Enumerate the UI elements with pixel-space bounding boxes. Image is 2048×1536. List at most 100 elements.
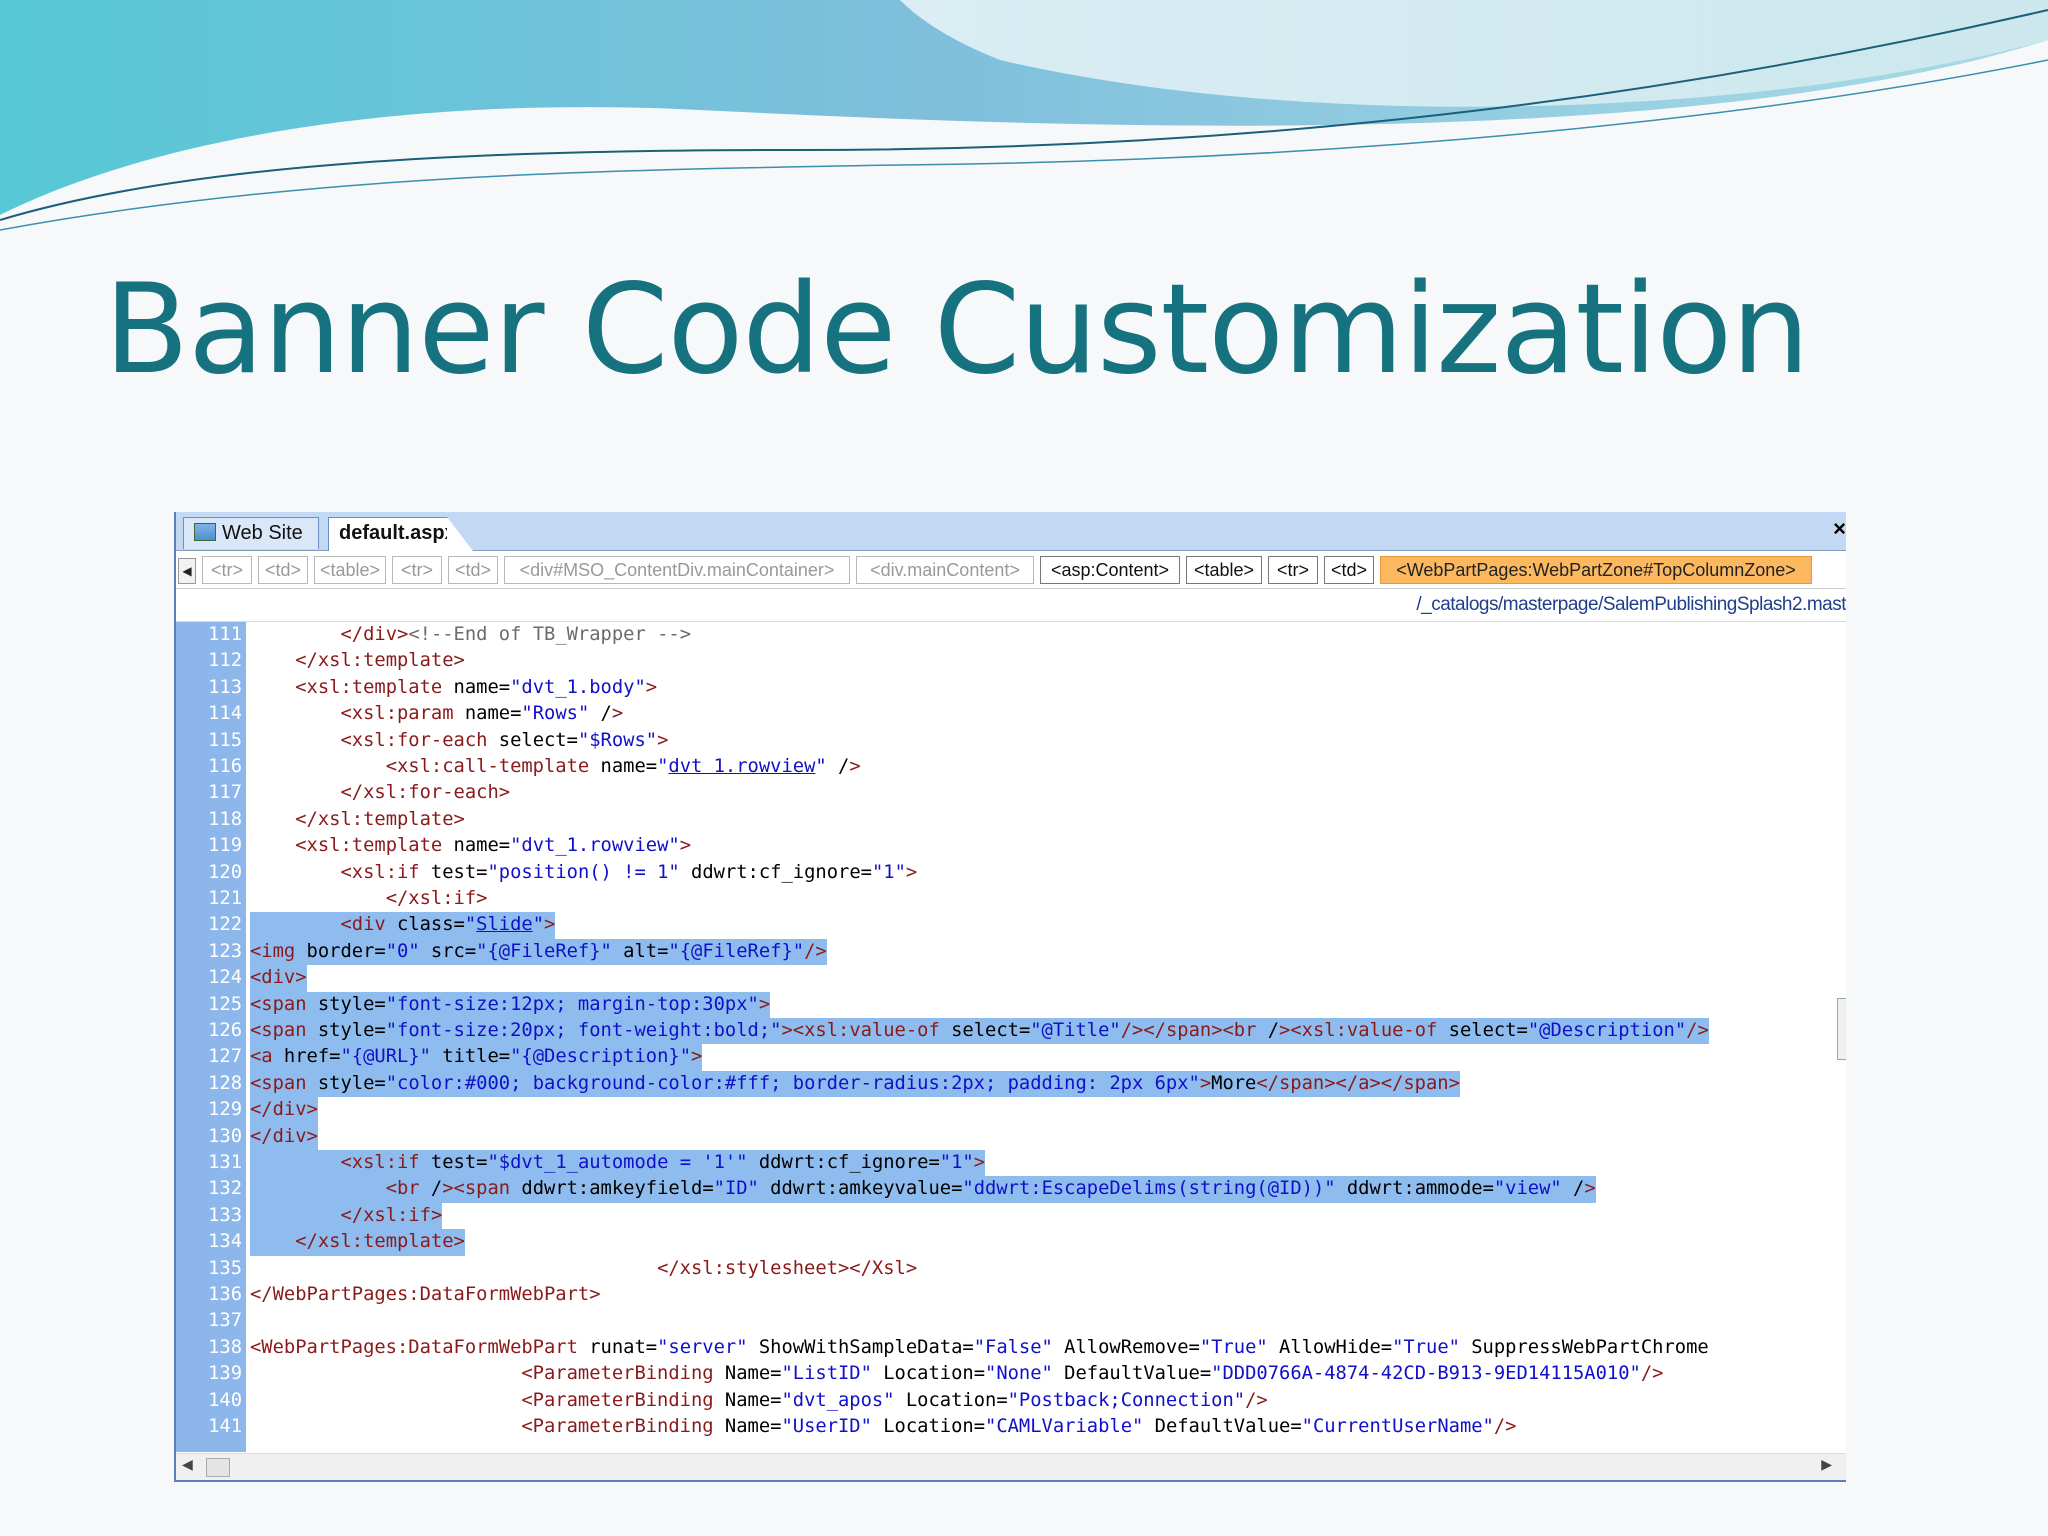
code-line[interactable]: 114 <xsl:param name="Rows" />: [176, 701, 1836, 727]
code-text: <ParameterBinding Name="UserID" Location…: [521, 1416, 1517, 1437]
code-text: </WebPartPages:DataFormWebPart>: [250, 1284, 601, 1305]
scroll-right-arrow-icon[interactable]: ▶: [1821, 1456, 1832, 1473]
tab-default-aspx[interactable]: default.aspx: [328, 517, 473, 551]
code-text: <xsl:template name="dvt_1.body">: [295, 676, 658, 698]
tag-breadcrumb[interactable]: <div#MSO_ContentDiv.mainContainer>: [504, 556, 850, 584]
code-text: <span style="color:#000; background-colo…: [250, 1070, 1460, 1098]
line-number: 121: [208, 888, 242, 909]
tag-breadcrumb[interactable]: <tr>: [1268, 556, 1318, 584]
line-number: 135: [208, 1257, 242, 1279]
code-line[interactable]: 139 <ParameterBinding Name="ListID" Loca…: [176, 1361, 1836, 1387]
vertical-scroll-grip[interactable]: [1837, 998, 1846, 1060]
line-number: 134: [208, 1231, 242, 1253]
website-icon: [194, 523, 216, 541]
code-line[interactable]: 136 </WebPartPages:DataFormWebPart>: [176, 1282, 1836, 1308]
line-number: 118: [208, 808, 242, 830]
tag-breadcrumb[interactable]: <tr>: [202, 556, 252, 584]
code-line[interactable]: 124 <div>: [176, 965, 1836, 992]
code-line[interactable]: 121 </xsl:if>: [176, 886, 1836, 912]
line-number: 128: [208, 1072, 242, 1094]
code-text: <span style="font-size:20px; font-weight…: [250, 1018, 1709, 1045]
document-tab-bar: Web Site default.aspx ×: [176, 512, 1846, 551]
tab-label: Web Site: [222, 522, 303, 544]
horizontal-scrollbar[interactable]: ◀ ▶: [176, 1453, 1846, 1480]
line-number: 131: [208, 1152, 242, 1173]
line-number: 123: [208, 940, 242, 962]
code-line[interactable]: 115 <xsl:for-each select="$Rows">: [176, 728, 1836, 754]
code-line[interactable]: 141 <ParameterBinding Name="UserID" Loca…: [176, 1414, 1836, 1440]
code-text: </xsl:template>: [295, 808, 465, 830]
line-number: 138: [208, 1336, 242, 1358]
tab-web-site[interactable]: Web Site: [183, 517, 319, 549]
code-line[interactable]: 127 <a href="{@URL}" title="{@Description…: [176, 1044, 1836, 1071]
code-line[interactable]: 128 <span style="color:#000; background-c…: [176, 1070, 1836, 1098]
decorative-banner: [0, 0, 2048, 231]
code-text: <div>: [250, 965, 307, 992]
line-number: 116: [208, 756, 242, 777]
code-text: <ParameterBinding Name="dvt_apos" Locati…: [521, 1389, 1268, 1411]
code-editor-window: Web Site default.aspx × ◀ <tr> <td> <table…: [174, 512, 1846, 1482]
tag-breadcrumb[interactable]: <WebPartPages:WebPartZone#TopColumnZone>: [1380, 556, 1812, 584]
code-line[interactable]: 119 <xsl:template name="dvt_1.rowview">: [176, 833, 1836, 859]
code-text: </xsl:template>: [250, 1229, 465, 1256]
line-number: 141: [208, 1416, 242, 1437]
code-line[interactable]: 111 </div><!--End of TB_Wrapper -->: [176, 622, 1836, 648]
line-number: 140: [208, 1389, 242, 1411]
tag-breadcrumb[interactable]: <td>: [448, 556, 498, 584]
line-number: 129: [208, 1099, 242, 1121]
line-number: 112: [208, 650, 242, 672]
code-line[interactable]: 140 <ParameterBinding Name="dvt_apos" Lo…: [176, 1388, 1836, 1414]
code-line[interactable]: 132 <br /><span ddwrt:amkeyfield="ID" dd…: [176, 1176, 1836, 1203]
code-line[interactable]: 133 </xsl:if>: [176, 1202, 1836, 1230]
code-text: </xsl:template>: [295, 650, 465, 672]
line-number: 132: [208, 1178, 242, 1200]
tag-breadcrumb[interactable]: <td>: [1324, 556, 1374, 584]
tag-breadcrumb[interactable]: <tr>: [392, 556, 442, 584]
code-line[interactable]: 120 <xsl:if test="position() != 1" ddwrt…: [176, 860, 1836, 886]
code-line[interactable]: 118 </xsl:template>: [176, 807, 1836, 833]
code-line[interactable]: 116 <xsl:call-template name="dvt 1.rowvi…: [176, 754, 1836, 780]
code-line[interactable]: 113 <xsl:template name="dvt_1.body">: [176, 675, 1836, 701]
tag-breadcrumb[interactable]: <div.mainContent>: [856, 556, 1034, 584]
code-view[interactable]: 111 </div><!--End of TB_Wrapper --> 112 <…: [176, 622, 1846, 1452]
line-number: 139: [208, 1363, 242, 1385]
scroll-left-arrow-icon[interactable]: ◀: [182, 1456, 193, 1473]
code-text: </xsl:stylesheet></Xsl>: [657, 1257, 918, 1279]
code-line[interactable]: 122 <div class="Slide">: [176, 912, 1836, 939]
code-line[interactable]: 117 </xsl:for-each>: [176, 780, 1836, 806]
code-line[interactable]: 131 <xsl:if test="$dvt_1_automode = '1'"…: [176, 1150, 1836, 1177]
code-line[interactable]: 125 <span style="font-size:12px; margin-t…: [176, 991, 1836, 1018]
code-text: <span style="font-size:12px; margin-top:…: [250, 991, 771, 1018]
code-text: <xsl:for-each select="$Rows">: [340, 729, 669, 751]
code-line[interactable]: 129 </div>: [176, 1097, 1836, 1124]
line-number: 137: [208, 1310, 242, 1332]
code-text: </xsl:if>: [385, 888, 488, 909]
code-line[interactable]: 112 </xsl:template>: [176, 648, 1836, 674]
line-number: 124: [208, 967, 242, 989]
code-line[interactable]: 138 <WebPartPages:DataFormWebPart runat="…: [176, 1335, 1836, 1361]
line-number: 133: [208, 1204, 242, 1226]
line-number: 127: [208, 1046, 242, 1068]
tag-breadcrumb[interactable]: <td>: [258, 556, 308, 584]
code-line[interactable]: 135 </xsl:stylesheet></Xsl>: [176, 1256, 1836, 1282]
code-text: <div class="Slide">: [250, 912, 556, 939]
code-text: <xsl:param name="Rows" />: [340, 703, 624, 725]
code-line[interactable]: 130 </div>: [176, 1123, 1836, 1150]
tab-label: default.aspx: [339, 522, 456, 544]
tag-breadcrumb[interactable]: <asp:Content>: [1040, 556, 1180, 584]
line-number: 111: [208, 624, 242, 645]
code-line[interactable]: 137: [176, 1308, 1836, 1334]
line-number: 130: [208, 1125, 242, 1147]
line-number: 136: [208, 1284, 242, 1305]
line-number: 114: [208, 703, 242, 725]
close-icon[interactable]: ×: [1833, 516, 1846, 542]
code-line[interactable]: 126 <span style="font-size:20px; font-wei…: [176, 1018, 1836, 1045]
code-line[interactable]: 134 </xsl:template>: [176, 1229, 1836, 1256]
tag-breadcrumb[interactable]: <table>: [314, 556, 386, 584]
tag-breadcrumb[interactable]: <table>: [1186, 556, 1262, 584]
scroll-left-icon[interactable]: ◀: [178, 558, 196, 584]
slide-title: Banner Code Customization: [104, 258, 1810, 402]
code-text: <xsl:call-template name="dvt 1.rowview" …: [385, 756, 861, 777]
code-line[interactable]: 123 <img border="0" src="{@FileRef}" alt=…: [176, 938, 1836, 966]
scrollbar-thumb[interactable]: [206, 1458, 230, 1477]
